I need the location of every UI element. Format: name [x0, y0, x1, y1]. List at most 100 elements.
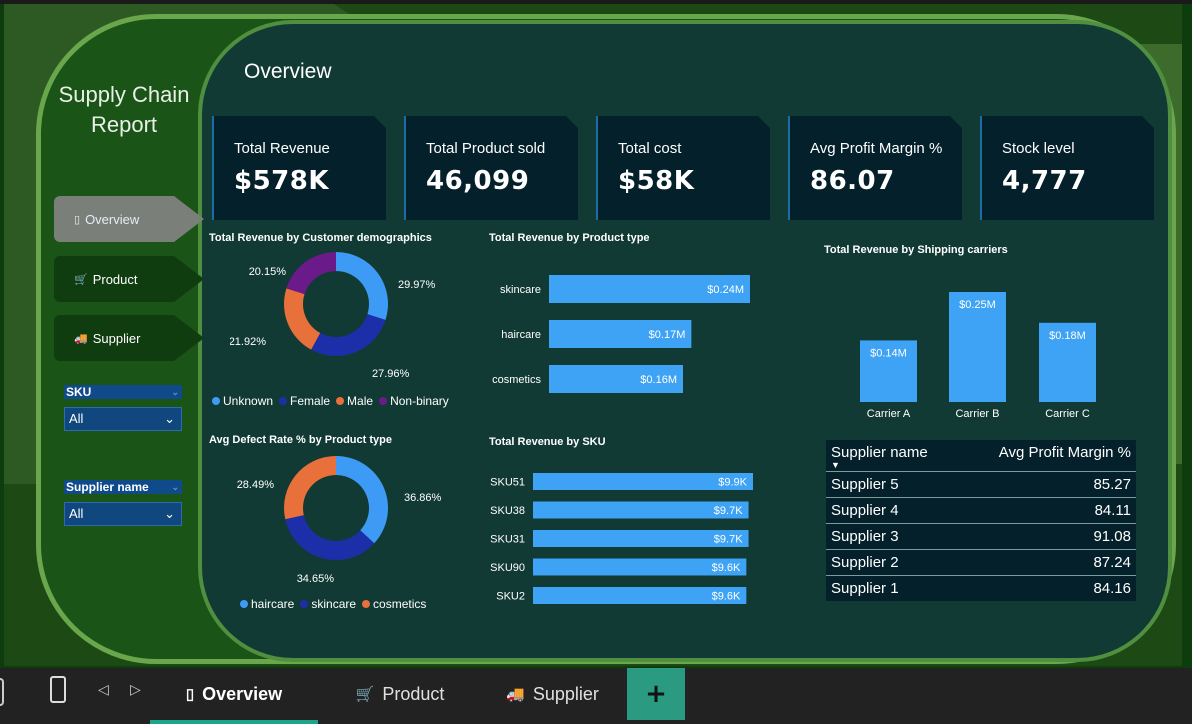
tab-supplier[interactable]: 🚚 Supplier [485, 668, 620, 720]
supplier-margin-table: Supplier name Avg Profit Margin % ▼ Supp… [826, 440, 1136, 601]
legend-item[interactable]: skincare [300, 597, 356, 611]
previous-page-icon[interactable]: ◁ [98, 682, 109, 698]
chevron-down-icon: ⌄ [164, 506, 175, 521]
legend-swatch [300, 600, 309, 608]
table-row[interactable]: Supplier 3 91.08 [826, 523, 1136, 549]
chevron-down-icon: ⌄ [171, 387, 179, 397]
donut-slice-female[interactable] [311, 314, 386, 356]
legend-swatch [379, 397, 388, 405]
nav-overview-button[interactable]: ▯ Overview [54, 196, 204, 242]
kpi-card-avg-profit-margin: Avg Profit Margin % 86.07 [788, 116, 962, 220]
donut-slice-cosmetics[interactable] [284, 456, 336, 520]
data-label: $9.7K [714, 534, 743, 546]
kpi-card-stock-level: Stock level 4,777 [980, 116, 1154, 220]
supplier-slicer-dropdown[interactable]: All ⌄ [64, 502, 182, 526]
desktop-view-icon[interactable] [0, 678, 4, 706]
tab-product[interactable]: 🛒 Product [330, 668, 470, 720]
demographics-legend: Unknown Female Male Non-binary [212, 394, 449, 408]
axis-tick-label: skincare [500, 284, 541, 296]
legend-swatch [279, 397, 288, 405]
data-label: 27.96% [372, 368, 410, 380]
axis-tick-label: Carrier C [1045, 408, 1090, 420]
sku-slicer-dropdown[interactable]: All ⌄ [64, 407, 182, 431]
demographics-chart-title: Total Revenue by Customer demographics [209, 232, 432, 244]
legend-item[interactable]: haircare [240, 597, 294, 611]
sort-down-icon[interactable]: ▼ [831, 460, 840, 470]
data-label: 36.86% [404, 492, 442, 504]
next-page-icon[interactable]: ▷ [130, 682, 141, 698]
data-label: 34.65% [297, 573, 335, 585]
defect-chart-title: Avg Defect Rate % by Product type [209, 434, 392, 446]
tab-overview[interactable]: ▯ Overview [150, 668, 318, 724]
donut-slice-male[interactable] [284, 288, 321, 350]
data-label: $0.14M [870, 347, 907, 359]
data-label: 21.92% [230, 336, 266, 348]
axis-tick-label: SKU38 [490, 505, 525, 517]
axis-tick-label: SKU2 [496, 591, 525, 603]
demographics-donut-chart[interactable]: 29.97% 27.96% 21.92% 20.15% [230, 252, 450, 392]
data-label: 29.97% [398, 279, 436, 291]
col-header-avg-profit-margin[interactable]: Avg Profit Margin % [999, 444, 1131, 461]
data-label: $0.25M [959, 299, 996, 311]
donut-slice-unknown[interactable] [336, 252, 388, 320]
carrier-chart-title: Total Revenue by Shipping carriers [824, 244, 1008, 256]
truck-icon: 🚚 [74, 332, 88, 345]
legend-swatch [240, 600, 248, 608]
donut-slice-haircare[interactable] [336, 456, 388, 544]
sku-slicer-label: SKU ⌄ [64, 385, 182, 399]
page-tab-bar: ◁ ▷ ▯ Overview 🛒 Product 🚚 Supplier + [0, 668, 1192, 724]
cart-icon: 🛒 [74, 273, 88, 286]
table-header: Supplier name Avg Profit Margin % ▼ [826, 440, 1136, 471]
kpi-card-total-revenue: Total Revenue $578K [212, 116, 386, 220]
defect-legend: haircare skincare cosmetics [240, 597, 426, 611]
data-label: $0.17M [649, 329, 686, 341]
table-row[interactable]: Supplier 5 85.27 [826, 471, 1136, 497]
legend-swatch [362, 600, 371, 608]
axis-tick-label: Carrier B [955, 408, 999, 420]
kpi-card-total-cost: Total cost $58K [596, 116, 770, 220]
data-label: $0.24M [707, 284, 744, 296]
sku-bar-chart[interactable]: SKU51 $9.9K SKU38 $9.7K SKU31 $9.7K SKU90 $9.6K… [486, 466, 766, 610]
legend-item[interactable]: cosmetics [362, 597, 426, 611]
table-row[interactable]: Supplier 4 84.11 [826, 497, 1136, 523]
axis-tick-label: haircare [501, 329, 541, 341]
table-row[interactable]: Supplier 2 87.24 [826, 549, 1136, 575]
axis-tick-label: SKU90 [490, 562, 525, 574]
add-page-button[interactable]: + [627, 668, 685, 720]
truck-icon: 🚚 [506, 686, 525, 703]
supplier-slicer-label: Supplier name ⌄ [64, 480, 182, 494]
table-row[interactable]: Supplier 1 84.16 [826, 575, 1136, 601]
legend-item[interactable]: Male [336, 394, 373, 408]
col-header-supplier-name[interactable]: Supplier name [831, 444, 928, 461]
nav-supplier-button[interactable]: 🚚 Supplier [54, 315, 204, 361]
legend-item[interactable]: Unknown [212, 394, 273, 408]
axis-tick-label: cosmetics [492, 374, 541, 386]
chevron-down-icon: ⌄ [171, 482, 179, 492]
data-label: $0.18M [1049, 330, 1086, 342]
sku-chart-title: Total Revenue by SKU [489, 436, 606, 448]
axis-tick-label: SKU51 [490, 477, 525, 489]
donut-slice-skincare[interactable] [285, 515, 375, 560]
page-icon: ▯ [185, 686, 195, 703]
defect-donut-chart[interactable]: 36.86% 34.65% 28.49% [230, 456, 450, 596]
legend-swatch [336, 397, 345, 405]
data-label: 28.49% [237, 479, 275, 491]
carrier-column-chart[interactable]: $0.14M Carrier A $0.25M Carrier B $0.18M Carr… [840, 286, 1120, 426]
legend-item[interactable]: Female [279, 394, 330, 408]
legend-swatch [212, 397, 220, 405]
chevron-down-icon: ⌄ [164, 411, 175, 426]
data-label: $9.7K [714, 505, 743, 517]
page-title: Overview [244, 60, 332, 83]
mobile-view-icon[interactable] [50, 676, 66, 703]
product-chart-title: Total Revenue by Product type [489, 232, 650, 244]
nav-product-button[interactable]: 🛒 Product [54, 256, 204, 302]
data-label: $9.6K [712, 562, 741, 574]
donut-slice-non-binary[interactable] [286, 252, 336, 295]
product-bar-chart[interactable]: skincare $0.24M haircare $0.17M cosmetics $0.… [486, 268, 766, 398]
axis-tick-label: Carrier A [867, 408, 911, 420]
cart-icon: 🛒 [355, 686, 375, 703]
legend-item[interactable]: Non-binary [379, 394, 449, 408]
report-title: Supply Chain Report [58, 82, 190, 137]
data-label: $9.9K [718, 477, 747, 489]
data-label: $0.16M [640, 374, 677, 386]
